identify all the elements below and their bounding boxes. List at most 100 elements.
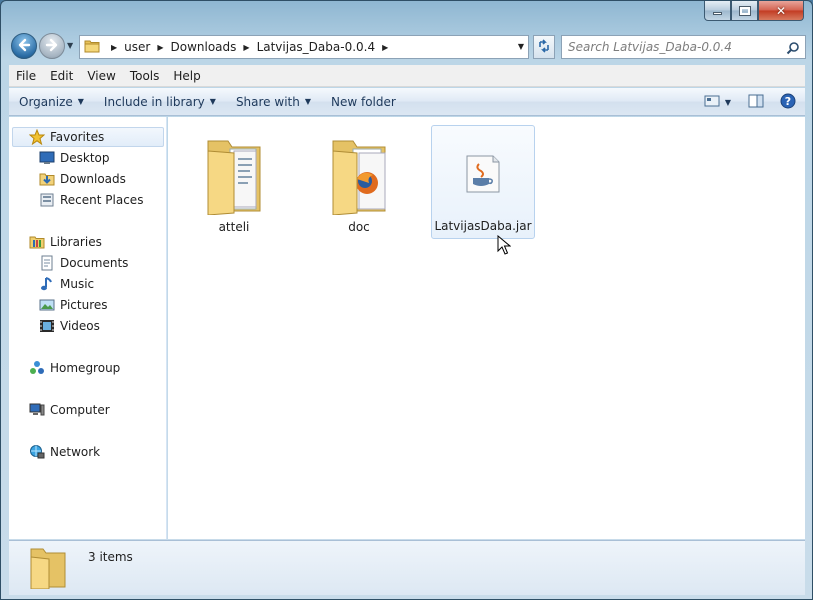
breadcrumb-chevron-icon[interactable]: ▶ bbox=[111, 43, 117, 52]
desktop-icon bbox=[39, 150, 55, 166]
downloads-folder-icon bbox=[39, 171, 55, 187]
file-name: doc bbox=[348, 220, 370, 234]
share-with-button[interactable]: Share with ▼ bbox=[226, 88, 321, 116]
nav-desktop-label: Desktop bbox=[60, 151, 110, 165]
breadcrumb-chevron-icon[interactable]: ▶ bbox=[382, 43, 388, 52]
file-name: LatvijasDaba.jar bbox=[434, 219, 532, 233]
preview-pane-button[interactable] bbox=[745, 92, 767, 112]
new-folder-button[interactable]: New folder bbox=[321, 88, 406, 116]
refresh-button[interactable] bbox=[533, 35, 555, 59]
navigation-bar: ▼ ▶ user ▶ Downloads ▶ Latvijas_Daba-0.0… bbox=[11, 33, 806, 61]
music-note-icon bbox=[39, 276, 55, 292]
file-list-view: atteli doc LatvijasDaba.jar bbox=[168, 117, 805, 539]
preview-pane-icon bbox=[748, 94, 764, 111]
java-jar-file-icon bbox=[443, 134, 523, 214]
change-view-button[interactable] bbox=[701, 92, 723, 112]
minimize-icon bbox=[713, 11, 722, 15]
explorer-window: ✕ ▼ ▶ user ▶ Downloads ▶ Latvijas_Daba-0… bbox=[0, 0, 813, 600]
nav-favorites-label: Favorites bbox=[50, 130, 105, 144]
folder-icon bbox=[194, 135, 274, 216]
nav-libraries[interactable]: Libraries bbox=[29, 232, 102, 252]
breadcrumb-user[interactable]: user bbox=[124, 40, 150, 54]
new-folder-label: New folder bbox=[331, 94, 396, 109]
share-with-label: Share with bbox=[235, 94, 300, 109]
organize-button[interactable]: Organize ▼ bbox=[9, 88, 94, 116]
search-icon[interactable] bbox=[786, 41, 800, 58]
documents-icon bbox=[39, 255, 55, 271]
nav-music-label: Music bbox=[60, 277, 95, 291]
nav-computer[interactable]: Computer bbox=[29, 400, 110, 420]
organize-label: Organize bbox=[19, 94, 73, 109]
nav-pictures-label: Pictures bbox=[60, 298, 108, 312]
nav-network[interactable]: Network bbox=[29, 442, 100, 462]
network-icon bbox=[29, 444, 45, 460]
menu-view[interactable]: View bbox=[80, 69, 122, 83]
file-item-jar-selected[interactable]: LatvijasDaba.jar bbox=[431, 125, 535, 239]
nav-recent-places[interactable]: Recent Places bbox=[39, 190, 143, 210]
nav-desktop[interactable]: Desktop bbox=[39, 148, 110, 168]
menu-tools[interactable]: Tools bbox=[123, 69, 167, 83]
nav-videos[interactable]: Videos bbox=[39, 316, 100, 336]
nav-documents-label: Documents bbox=[60, 256, 129, 270]
recent-pages-dropdown-icon[interactable]: ▼ bbox=[67, 41, 77, 51]
nav-computer-label: Computer bbox=[50, 403, 110, 417]
menu-help[interactable]: Help bbox=[166, 69, 207, 83]
pictures-icon bbox=[39, 297, 55, 313]
search-box[interactable] bbox=[561, 35, 806, 59]
breadcrumb-downloads[interactable]: Downloads bbox=[171, 40, 237, 54]
maximize-button[interactable] bbox=[731, 1, 758, 21]
close-icon: ✕ bbox=[775, 3, 787, 18]
include-in-library-button[interactable]: Include in library ▼ bbox=[94, 88, 226, 116]
nav-favorites[interactable]: Favorites bbox=[29, 127, 104, 147]
help-button[interactable]: ? bbox=[777, 92, 799, 112]
chevron-down-icon: ▼ bbox=[77, 97, 84, 106]
breadcrumb-current-folder[interactable]: Latvijas_Daba-0.0.4 bbox=[257, 40, 376, 54]
address-bar[interactable]: ▶ user ▶ Downloads ▶ Latvijas_Daba-0.0.4… bbox=[79, 35, 529, 59]
folder-icon bbox=[27, 545, 71, 592]
file-item-folder[interactable]: atteli bbox=[182, 127, 286, 241]
item-count: 3 items bbox=[88, 550, 133, 564]
nav-documents[interactable]: Documents bbox=[39, 253, 128, 273]
chevron-down-icon: ▼ bbox=[304, 97, 311, 106]
nav-pictures[interactable]: Pictures bbox=[39, 295, 108, 315]
menu-edit[interactable]: Edit bbox=[43, 69, 80, 83]
refresh-icon bbox=[537, 38, 551, 56]
nav-music[interactable]: Music bbox=[39, 274, 94, 294]
maximize-icon bbox=[738, 5, 751, 16]
view-icon bbox=[704, 94, 720, 111]
nav-downloads-label: Downloads bbox=[60, 172, 126, 186]
nav-videos-label: Videos bbox=[60, 319, 100, 333]
details-pane: 3 items bbox=[9, 540, 805, 595]
search-input[interactable] bbox=[568, 40, 778, 54]
menu-bar: File Edit View Tools Help bbox=[9, 65, 805, 87]
breadcrumb-chevron-icon[interactable]: ▶ bbox=[243, 43, 249, 52]
chevron-down-icon: ▼ bbox=[209, 97, 216, 106]
back-arrow-icon bbox=[17, 38, 31, 55]
address-history-dropdown-icon[interactable]: ▼ bbox=[518, 42, 524, 51]
file-name: atteli bbox=[218, 220, 250, 234]
view-options-chevron-icon[interactable]: ▼ bbox=[725, 98, 731, 107]
nav-recent-places-label: Recent Places bbox=[60, 193, 144, 207]
nav-homegroup-label: Homegroup bbox=[50, 361, 121, 375]
view-controls: ▼ ? bbox=[695, 92, 799, 112]
minimize-button[interactable] bbox=[704, 1, 731, 21]
forward-arrow-icon bbox=[45, 38, 59, 55]
nav-network-label: Network bbox=[50, 445, 101, 459]
folder-icon bbox=[84, 39, 100, 56]
close-button[interactable]: ✕ bbox=[758, 1, 804, 21]
folder-with-firefox-docs-icon bbox=[319, 135, 399, 216]
homegroup-icon bbox=[29, 360, 45, 376]
videos-icon bbox=[39, 318, 55, 334]
nav-homegroup[interactable]: Homegroup bbox=[29, 358, 120, 378]
caption-buttons: ✕ bbox=[704, 1, 804, 21]
back-button[interactable] bbox=[11, 33, 37, 59]
breadcrumb-chevron-icon[interactable]: ▶ bbox=[157, 43, 163, 52]
forward-button[interactable] bbox=[39, 33, 65, 59]
menu-file[interactable]: File bbox=[9, 69, 43, 83]
nav-downloads[interactable]: Downloads bbox=[39, 169, 126, 189]
star-icon bbox=[29, 129, 45, 145]
libraries-icon bbox=[29, 234, 45, 250]
file-item-folder[interactable]: doc bbox=[307, 127, 411, 241]
computer-icon bbox=[29, 402, 45, 418]
navigation-pane: Favorites Desktop Downloads Recent Place… bbox=[9, 117, 167, 539]
